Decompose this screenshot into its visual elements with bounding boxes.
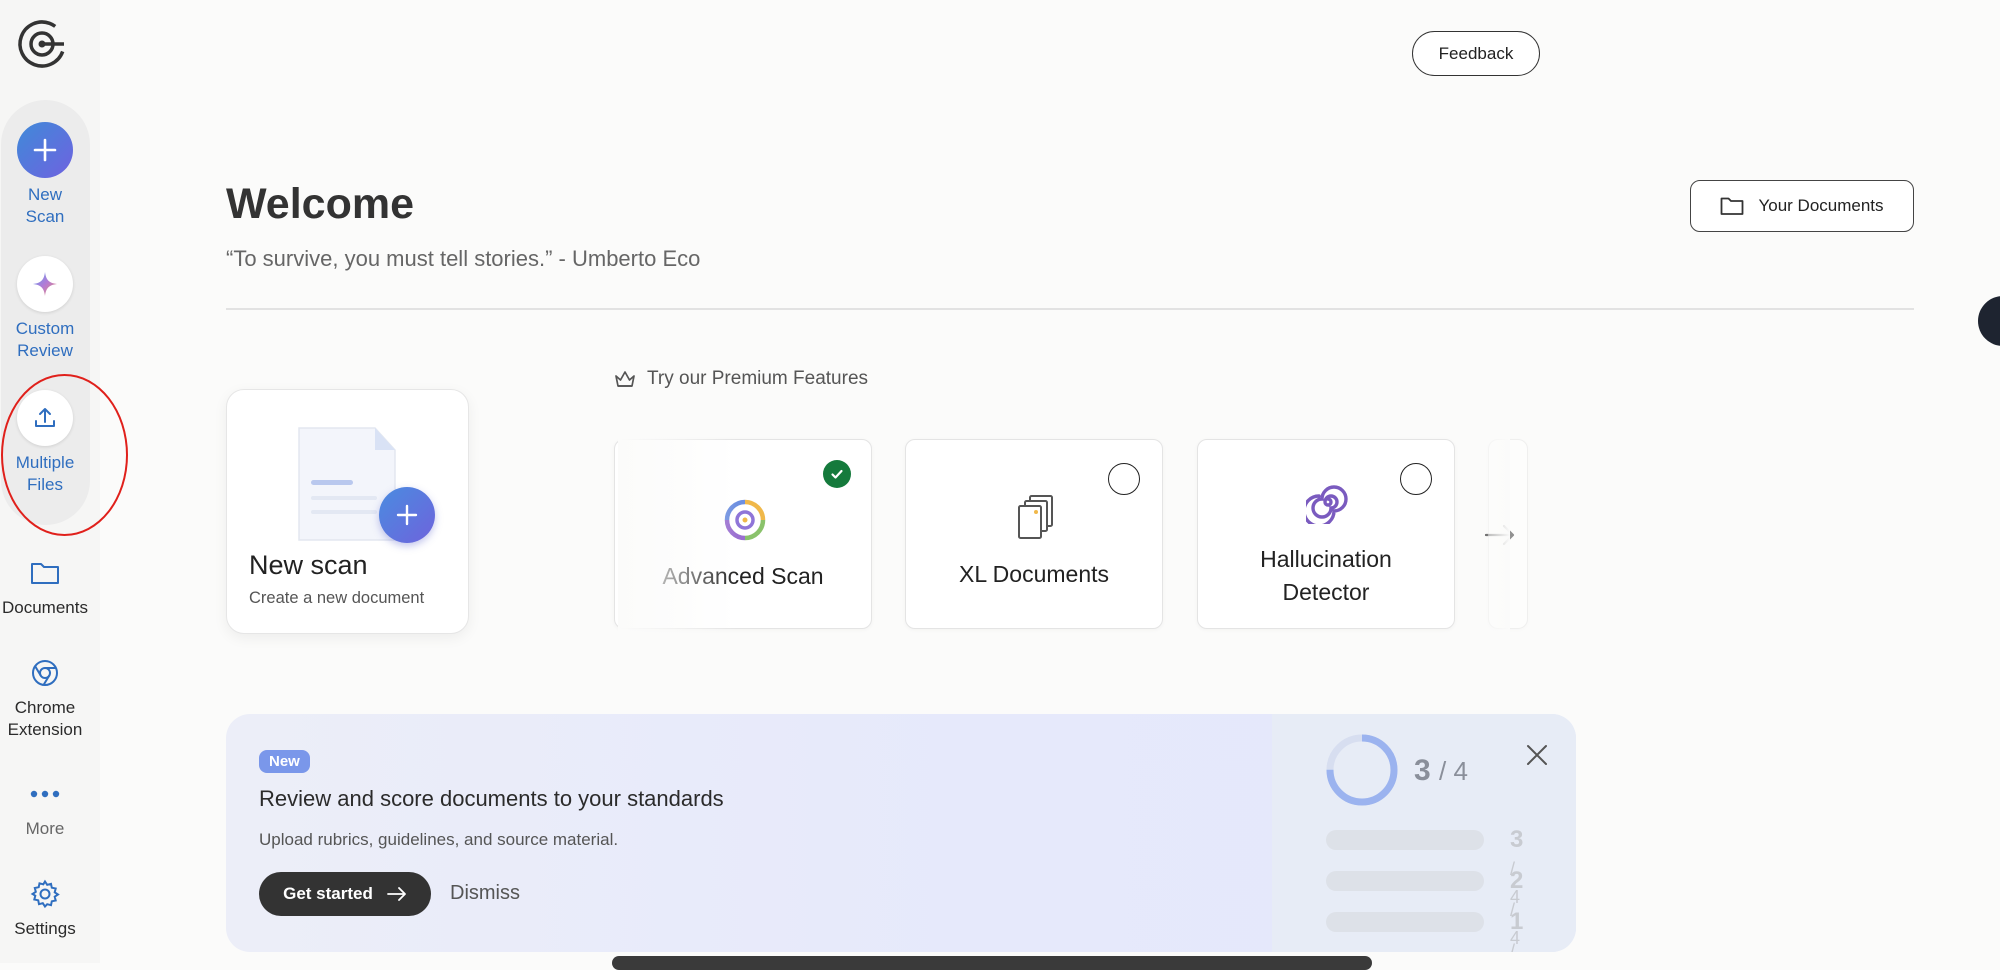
chrome-icon: [27, 655, 63, 691]
step-bar: [1326, 871, 1484, 891]
sidebar-item-label: Documents: [2, 598, 88, 617]
sidebar-item-custom-review[interactable]: Custom Review: [0, 256, 90, 362]
sidebar-item-chrome-extension[interactable]: Chrome Extension: [0, 655, 90, 741]
progress-step-row: 1 / 4: [1326, 908, 1526, 952]
feature-card-advanced-scan[interactable]: Advanced Scan: [614, 439, 872, 629]
feature-name: XL Documents: [959, 561, 1109, 587]
sidebar-item-label: Custom Review: [15, 319, 75, 360]
folder-icon: [27, 555, 63, 591]
new-badge: New: [259, 750, 310, 773]
your-documents-label: Your Documents: [1758, 196, 1884, 215]
feature-card-partial[interactable]: [1488, 439, 1528, 629]
new-scan-card[interactable]: New scan Create a new document: [226, 389, 469, 634]
feature-card-hallucination-detector[interactable]: Hallucination Detector: [1197, 439, 1455, 629]
gear-icon: [27, 876, 63, 912]
sidebar-item-documents[interactable]: Documents: [0, 555, 90, 619]
dismiss-button[interactable]: Dismiss: [450, 882, 520, 905]
sparkle-icon[interactable]: [17, 256, 73, 312]
feedback-button[interactable]: Feedback: [1412, 31, 1540, 76]
sidebar-item-label: More: [25, 819, 65, 838]
app-logo-icon[interactable]: [16, 18, 68, 70]
progress-count: 3 / 4: [1414, 754, 1468, 787]
sidebar-item-label: Chrome Extension: [7, 698, 83, 739]
plus-icon[interactable]: [17, 122, 73, 178]
premium-heading-label: Try our Premium Features: [647, 368, 869, 389]
checkmark-icon[interactable]: [823, 460, 851, 488]
advanced-scan-icon: [724, 499, 766, 541]
step-bar: [1326, 912, 1484, 932]
crown-icon: [615, 371, 635, 387]
more-dots-icon: [27, 776, 63, 812]
feature-name: Advanced Scan: [662, 563, 824, 589]
sidebar-item-settings[interactable]: Settings: [0, 876, 90, 940]
sidebar-item-label: Settings: [14, 919, 76, 938]
feature-name: Hallucination Detector: [1260, 546, 1392, 605]
progress-step-row: 2 / 4: [1326, 867, 1526, 948]
banner-title: Review and score documents to your stand…: [259, 786, 724, 811]
highlight-annotation-circle: [1, 374, 128, 536]
page-title: Welcome: [226, 180, 414, 228]
get-started-button[interactable]: Get started: [259, 872, 431, 916]
card-title: New scan: [249, 550, 368, 580]
spiral-icon: [1306, 485, 1348, 524]
feature-select-radio[interactable]: [1108, 463, 1140, 495]
folder-icon: [1721, 197, 1744, 215]
banner-subtitle: Upload rubrics, guidelines, and source m…: [259, 830, 619, 849]
arrow-right-icon: [386, 887, 406, 901]
add-icon: [379, 487, 435, 543]
review-promo-banner: New Review and score documents to your s…: [226, 714, 1576, 952]
sidebar-item-label: New Scan: [25, 185, 65, 226]
bottom-panel-edge: [612, 956, 1372, 970]
divider: [226, 308, 1914, 310]
progress-ring: [1326, 734, 1398, 806]
close-icon[interactable]: [1524, 742, 1550, 768]
get-started-label: Get started: [283, 884, 373, 903]
your-documents-button[interactable]: Your Documents: [1690, 180, 1914, 232]
step-bar: [1326, 830, 1484, 850]
step-count: 1 / 4: [1510, 908, 1524, 952]
feature-select-radio[interactable]: [1400, 463, 1432, 495]
floating-assistant-button[interactable]: [1978, 296, 2000, 346]
card-subtitle: Create a new document: [249, 589, 425, 607]
sidebar-item-more[interactable]: More: [0, 776, 90, 840]
welcome-quote: “To survive, you must tell stories.” - U…: [226, 246, 701, 271]
feature-card-xl-documents[interactable]: XL Documents: [905, 439, 1163, 629]
premium-features-heading: Try our Premium Features: [613, 368, 868, 390]
sidebar-item-new-scan[interactable]: New Scan: [0, 122, 90, 228]
progress-step-row: 3 / 4: [1326, 826, 1526, 907]
stacked-documents-icon: [1018, 495, 1053, 539]
